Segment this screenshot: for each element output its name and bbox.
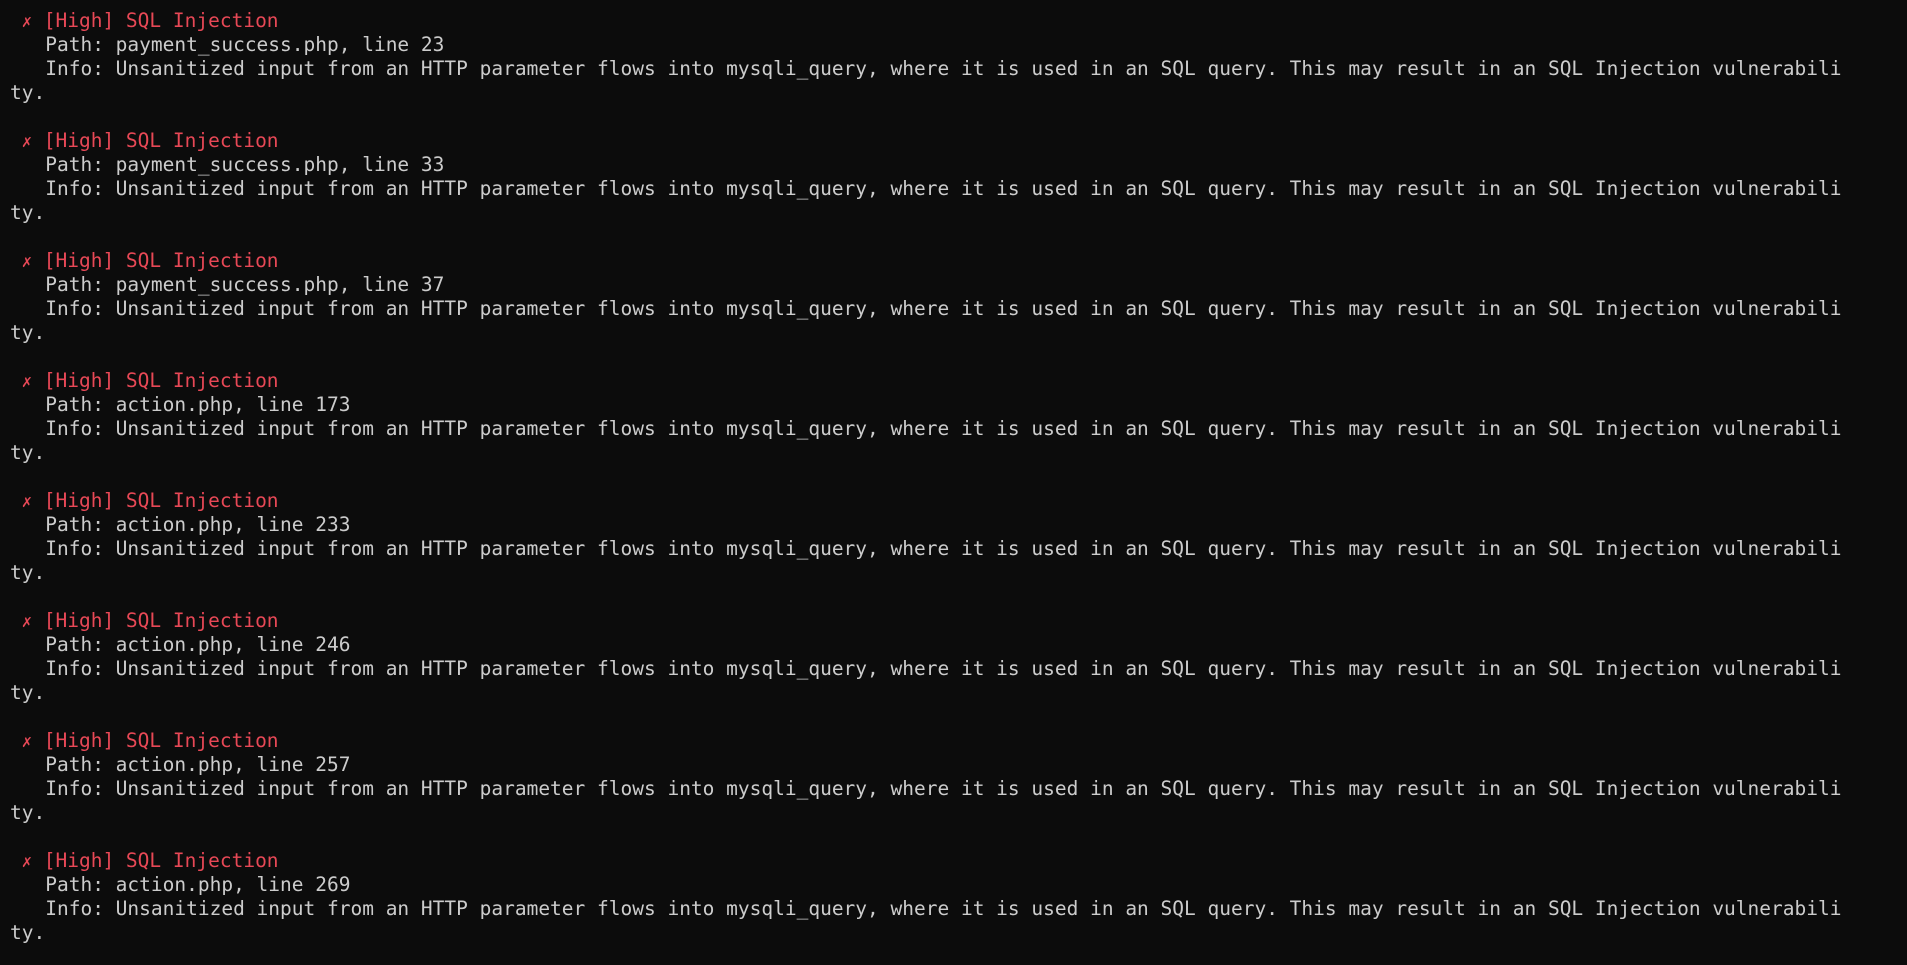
issue-info: Info: Unsanitized input from an HTTP par…: [45, 657, 1842, 680]
issue-title: [High] SQL Injection: [43, 729, 279, 752]
issue-path-line: Path: action.php, line 246: [10, 633, 1907, 657]
issue-path-line: Path: payment_success.php, line 37: [10, 273, 1907, 297]
issue-info-wrap: ty.: [10, 81, 46, 104]
issue-info-line: Info: Unsanitized input from an HTTP par…: [10, 537, 1907, 561]
issue-info: Info: Unsanitized input from an HTTP par…: [45, 537, 1842, 560]
issue-path: Path: payment_success.php, line 33: [45, 153, 445, 176]
issue-info-wrap-line: ty.: [10, 921, 1907, 945]
issue-path-line: Path: action.php, line 257: [10, 753, 1907, 777]
cross-icon: ✗: [21, 612, 32, 632]
issue-path: Path: action.php, line 246: [45, 633, 351, 656]
issue-info-wrap-line: ty.: [10, 801, 1907, 825]
issue-info-line: Info: Unsanitized input from an HTTP par…: [10, 777, 1907, 801]
issue-info-wrap-line: ty.: [10, 201, 1907, 225]
issue-entry: ✗ [High] SQL Injection Path: action.php,…: [10, 729, 1907, 849]
issue-title: [High] SQL Injection: [43, 489, 279, 512]
issue-path-line: Path: action.php, line 173: [10, 393, 1907, 417]
issue-title: [High] SQL Injection: [43, 609, 279, 632]
issue-title: [High] SQL Injection: [43, 849, 279, 872]
issue-info-wrap-line: ty.: [10, 81, 1907, 105]
issue-header: ✗ [High] SQL Injection: [10, 9, 1907, 33]
issue-entry: ✗ [High] SQL Injection Path: payment_suc…: [10, 9, 1907, 129]
issue-info-wrap: ty.: [10, 801, 46, 824]
cross-icon: ✗: [21, 12, 32, 32]
issue-header: ✗ [High] SQL Injection: [10, 489, 1907, 513]
issue-info-wrap: ty.: [10, 201, 46, 224]
cross-icon: ✗: [21, 132, 32, 152]
issue-path: Path: action.php, line 269: [45, 873, 351, 896]
cross-icon: ✗: [21, 492, 32, 512]
issue-path-line: Path: payment_success.php, line 33: [10, 153, 1907, 177]
issue-path-line: Path: action.php, line 233: [10, 513, 1907, 537]
issue-path-line: Path: action.php, line 269: [10, 873, 1907, 897]
issue-header: ✗ [High] SQL Injection: [10, 129, 1907, 153]
issue-info-wrap: ty.: [10, 441, 46, 464]
issue-path: Path: action.php, line 233: [45, 513, 351, 536]
issue-path: Path: action.php, line 257: [45, 753, 351, 776]
issue-entry: ✗ [High] SQL Injection Path: action.php,…: [10, 849, 1907, 945]
issue-info: Info: Unsanitized input from an HTTP par…: [45, 777, 1842, 800]
issue-info-line: Info: Unsanitized input from an HTTP par…: [10, 297, 1907, 321]
issue-header: ✗ [High] SQL Injection: [10, 609, 1907, 633]
issue-info: Info: Unsanitized input from an HTTP par…: [45, 57, 1842, 80]
issue-path: Path: payment_success.php, line 23: [45, 33, 445, 56]
issue-entry: ✗ [High] SQL Injection Path: action.php,…: [10, 609, 1907, 729]
issue-info-wrap: ty.: [10, 921, 46, 944]
issue-info-wrap-line: ty.: [10, 321, 1907, 345]
cross-icon: ✗: [21, 852, 32, 872]
issue-info-wrap-line: ty.: [10, 681, 1907, 705]
issue-header: ✗ [High] SQL Injection: [10, 249, 1907, 273]
issue-info-line: Info: Unsanitized input from an HTTP par…: [10, 417, 1907, 441]
issue-entry: ✗ [High] SQL Injection Path: action.php,…: [10, 369, 1907, 489]
issue-entry: ✗ [High] SQL Injection Path: action.php,…: [10, 489, 1907, 609]
issue-header: ✗ [High] SQL Injection: [10, 729, 1907, 753]
issue-info-line: Info: Unsanitized input from an HTTP par…: [10, 57, 1907, 81]
cross-icon: ✗: [21, 252, 32, 272]
cross-icon: ✗: [21, 372, 32, 392]
issue-title: [High] SQL Injection: [43, 369, 279, 392]
issue-title: [High] SQL Injection: [43, 9, 279, 32]
issue-info-wrap-line: ty.: [10, 561, 1907, 585]
issue-path: Path: payment_success.php, line 37: [45, 273, 445, 296]
issue-header: ✗ [High] SQL Injection: [10, 849, 1907, 873]
issue-info-wrap-line: ty.: [10, 441, 1907, 465]
issue-info-wrap: ty.: [10, 681, 46, 704]
issue-info-line: Info: Unsanitized input from an HTTP par…: [10, 897, 1907, 921]
issue-entry: ✗ [High] SQL Injection Path: payment_suc…: [10, 249, 1907, 369]
issue-info-line: Info: Unsanitized input from an HTTP par…: [10, 177, 1907, 201]
issue-info: Info: Unsanitized input from an HTTP par…: [45, 297, 1842, 320]
issue-entry: ✗ [High] SQL Injection Path: payment_suc…: [10, 129, 1907, 249]
issue-info-line: Info: Unsanitized input from an HTTP par…: [10, 657, 1907, 681]
issue-info-wrap: ty.: [10, 321, 46, 344]
issue-title: [High] SQL Injection: [43, 249, 279, 272]
issue-path-line: Path: payment_success.php, line 23: [10, 33, 1907, 57]
issue-info: Info: Unsanitized input from an HTTP par…: [45, 177, 1842, 200]
issue-header: ✗ [High] SQL Injection: [10, 369, 1907, 393]
issue-info: Info: Unsanitized input from an HTTP par…: [45, 417, 1842, 440]
issue-path: Path: action.php, line 173: [45, 393, 351, 416]
issue-info-wrap: ty.: [10, 561, 46, 584]
issue-info: Info: Unsanitized input from an HTTP par…: [45, 897, 1842, 920]
issue-title: [High] SQL Injection: [43, 129, 279, 152]
cross-icon: ✗: [21, 732, 32, 752]
terminal-output[interactable]: ✗ [High] SQL Injection Path: payment_suc…: [0, 0, 1907, 965]
